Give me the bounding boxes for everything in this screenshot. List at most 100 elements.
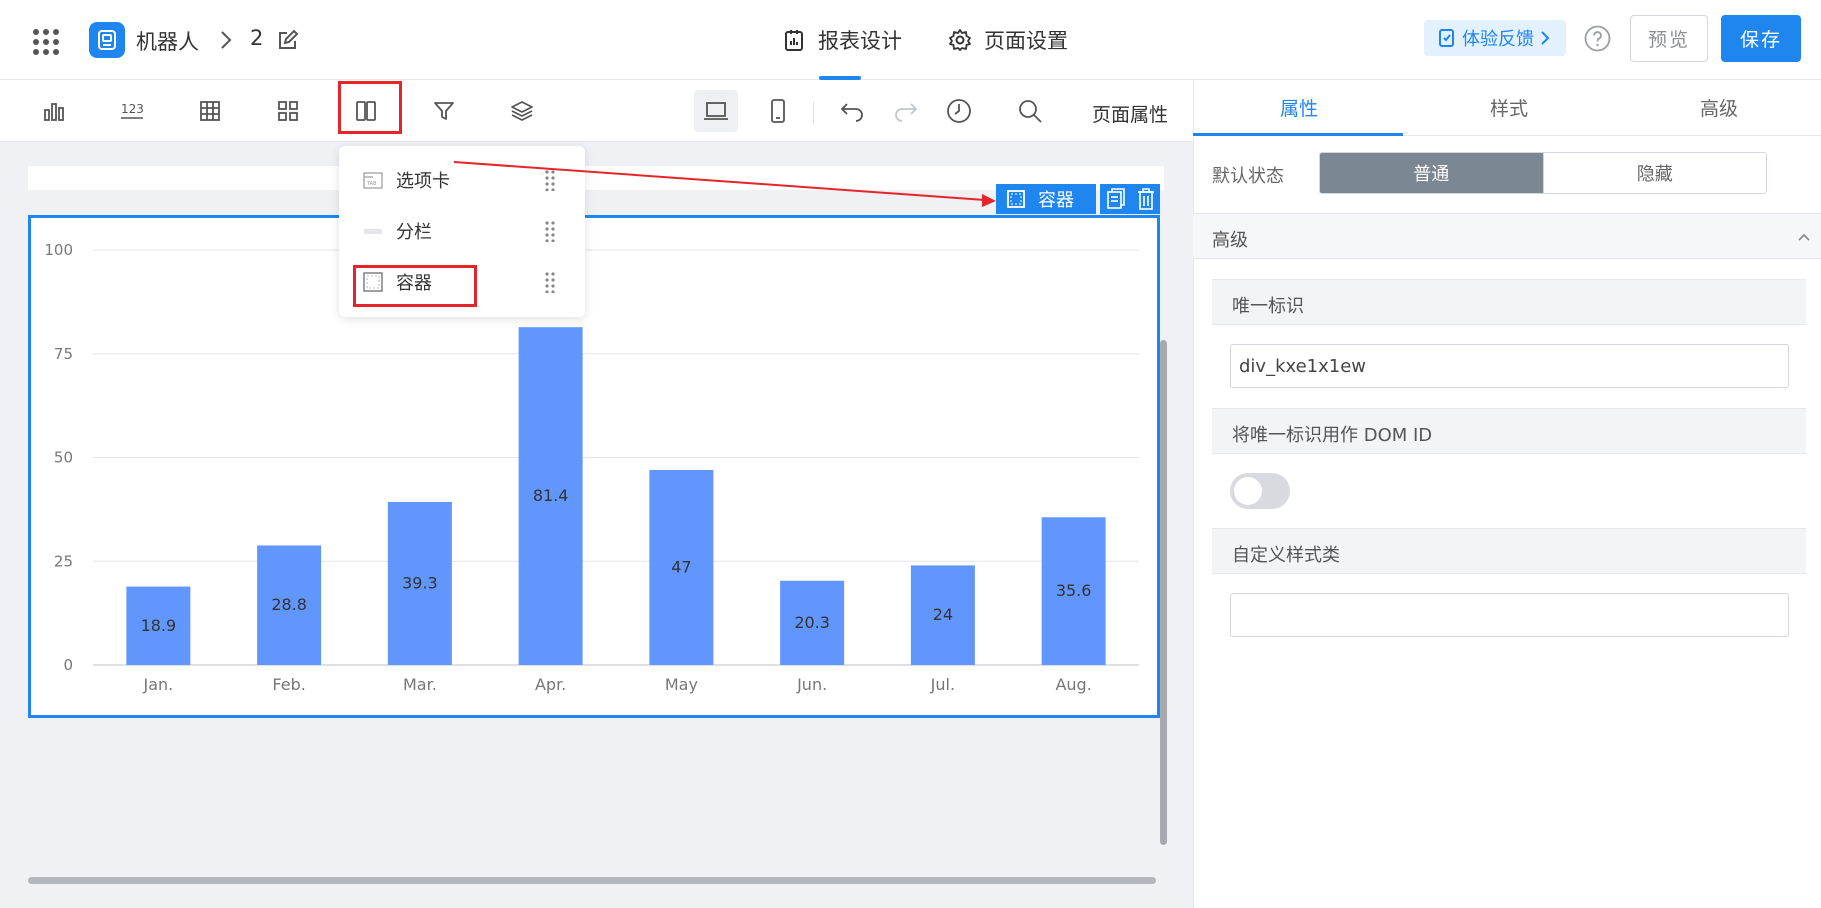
x-tick-label: Jun. — [796, 675, 827, 694]
container-tag[interactable]: 容器 — [996, 184, 1096, 214]
bar-chart: 0 25 50 75 100 18.9 Jan. 28.8 Feb. 39.3 Mar. 81.4 Ap… — [44, 241, 1139, 694]
x-tick-label: Apr. — [535, 675, 566, 694]
report-icon — [782, 28, 806, 52]
delete-icon[interactable] — [1137, 188, 1155, 210]
chevron-right-icon — [1540, 30, 1550, 46]
tab-style[interactable]: 样式 — [1490, 94, 1528, 121]
bar-data-label: 39.3 — [402, 573, 438, 592]
vertical-scrollbar[interactable] — [1160, 340, 1167, 845]
preview-button[interactable]: 预览 — [1630, 15, 1708, 62]
custom-class-input[interactable] — [1230, 593, 1789, 637]
advanced-section-header[interactable]: 高级 — [1193, 213, 1821, 259]
custom-class-label: 自定义样式类 — [1232, 545, 1340, 566]
top-bar: 机器人 2 报表设计 页面设置 体验反馈 预览 保存 — [0, 0, 1821, 80]
y-tick-label: 25 — [54, 552, 73, 570]
table-icon[interactable] — [188, 90, 232, 132]
history-icon[interactable] — [937, 90, 981, 132]
selected-container[interactable]: 0 25 50 75 100 18.9 Jan. 28.8 Feb. 39.3 Mar. 81.4 Ap… — [28, 215, 1160, 718]
dom-id-toggle[interactable] — [1230, 473, 1290, 509]
feedback-button[interactable]: 体验反馈 — [1424, 20, 1566, 56]
active-tab-indicator — [1193, 133, 1403, 136]
tab-page-settings[interactable]: 页面设置 — [948, 22, 1068, 58]
y-tick-label: 100 — [44, 241, 73, 259]
copy-icon[interactable] — [1106, 188, 1126, 210]
mobile-icon[interactable] — [756, 90, 800, 132]
tab-icon: TAB — [363, 170, 383, 190]
x-tick-label: Feb. — [272, 675, 305, 694]
bar-data-label: 35.6 — [1056, 581, 1092, 600]
x-tick-label: Jul. — [930, 675, 955, 694]
apps-grid-icon[interactable] — [32, 28, 60, 56]
state-normal-option[interactable]: 普通 — [1320, 153, 1543, 193]
bar-data-label: 47 — [671, 557, 691, 576]
bar-data-label: 18.9 — [141, 616, 177, 635]
tab-report-design[interactable]: 报表设计 — [782, 22, 902, 58]
feedback-icon — [1438, 28, 1456, 48]
dom-id-header: 将唯一标识用作 DOM ID — [1212, 408, 1806, 454]
bar-data-label: 28.8 — [271, 595, 307, 614]
chevron-up-icon — [1795, 228, 1813, 246]
layers-icon[interactable] — [500, 90, 544, 132]
svg-text:123: 123 — [121, 102, 144, 116]
dropdown-item-tabs[interactable]: TAB 选项卡 — [339, 154, 585, 205]
y-tick-label: 0 — [63, 656, 73, 674]
tab-properties[interactable]: 属性 — [1280, 94, 1318, 121]
feedback-label: 体验反馈 — [1462, 29, 1534, 50]
svg-text:TAB: TAB — [366, 181, 377, 187]
x-tick-label: Aug. — [1055, 675, 1091, 694]
component-toolbar: 123 页面属性 — [0, 80, 1193, 142]
drag-handle-icon[interactable] — [544, 169, 556, 191]
column-split-icon — [363, 221, 383, 241]
help-icon[interactable] — [1584, 25, 1611, 52]
container-highlight-box — [353, 265, 477, 307]
tab-page-settings-label: 页面设置 — [984, 29, 1068, 53]
bar-data-label: 24 — [933, 605, 953, 624]
save-button[interactable]: 保存 — [1721, 15, 1801, 62]
page-properties-button[interactable]: 页面属性 — [1092, 100, 1168, 127]
columns-highlight-box — [338, 81, 402, 134]
drag-handle-icon[interactable] — [544, 271, 556, 293]
advanced-section-label: 高级 — [1212, 230, 1248, 251]
custom-class-header: 自定义样式类 — [1212, 528, 1806, 574]
x-tick-label: Mar. — [403, 675, 437, 694]
redo-icon[interactable] — [884, 90, 928, 132]
app-logo-icon — [89, 22, 125, 58]
dropdown-item-columns[interactable]: 分栏 — [339, 205, 585, 256]
container-icon — [1006, 189, 1026, 209]
edit-icon[interactable] — [276, 28, 300, 52]
default-state-label: 默认状态 — [1212, 166, 1284, 187]
gear-icon — [948, 28, 972, 52]
container-tag-label: 容器 — [1038, 190, 1074, 211]
state-segmented-control: 普通 隐藏 — [1319, 152, 1767, 194]
x-tick-label: Jan. — [143, 675, 174, 694]
unique-id-label: 唯一标识 — [1232, 296, 1304, 317]
bar-data-label: 81.4 — [533, 486, 569, 505]
page-name: 2 — [250, 26, 264, 50]
unique-id-header: 唯一标识 — [1212, 279, 1806, 325]
number-icon[interactable]: 123 — [110, 90, 154, 132]
page-top-strip — [28, 166, 1164, 190]
toolbar-divider — [813, 102, 814, 124]
bar-chart-icon[interactable] — [32, 90, 76, 132]
y-tick-label: 75 — [54, 345, 73, 363]
container-actions — [1100, 184, 1160, 214]
dom-id-label: 将唯一标识用作 DOM ID — [1232, 425, 1433, 446]
unique-id-input[interactable]: div_kxe1x1ew — [1230, 344, 1789, 388]
x-tick-label: May — [665, 675, 698, 694]
horizontal-scrollbar[interactable] — [28, 877, 1156, 884]
tab-report-design-label: 报表设计 — [818, 29, 902, 53]
search-icon[interactable] — [1008, 90, 1052, 132]
bar-data-label: 20.3 — [794, 613, 830, 632]
tab-advanced[interactable]: 高级 — [1700, 94, 1738, 121]
dropdown-item-label: 选项卡 — [396, 170, 450, 192]
filter-icon[interactable] — [422, 90, 466, 132]
undo-icon[interactable] — [830, 90, 874, 132]
app-name[interactable]: 机器人 — [136, 26, 199, 56]
chevron-right-icon — [216, 28, 236, 52]
drag-handle-icon[interactable] — [544, 220, 556, 242]
dropdown-item-label: 分栏 — [396, 221, 432, 243]
grid-layout-icon[interactable] — [266, 90, 310, 132]
desktop-icon[interactable] — [694, 90, 738, 132]
y-tick-label: 50 — [54, 449, 73, 467]
state-hidden-option[interactable]: 隐藏 — [1542, 153, 1766, 193]
